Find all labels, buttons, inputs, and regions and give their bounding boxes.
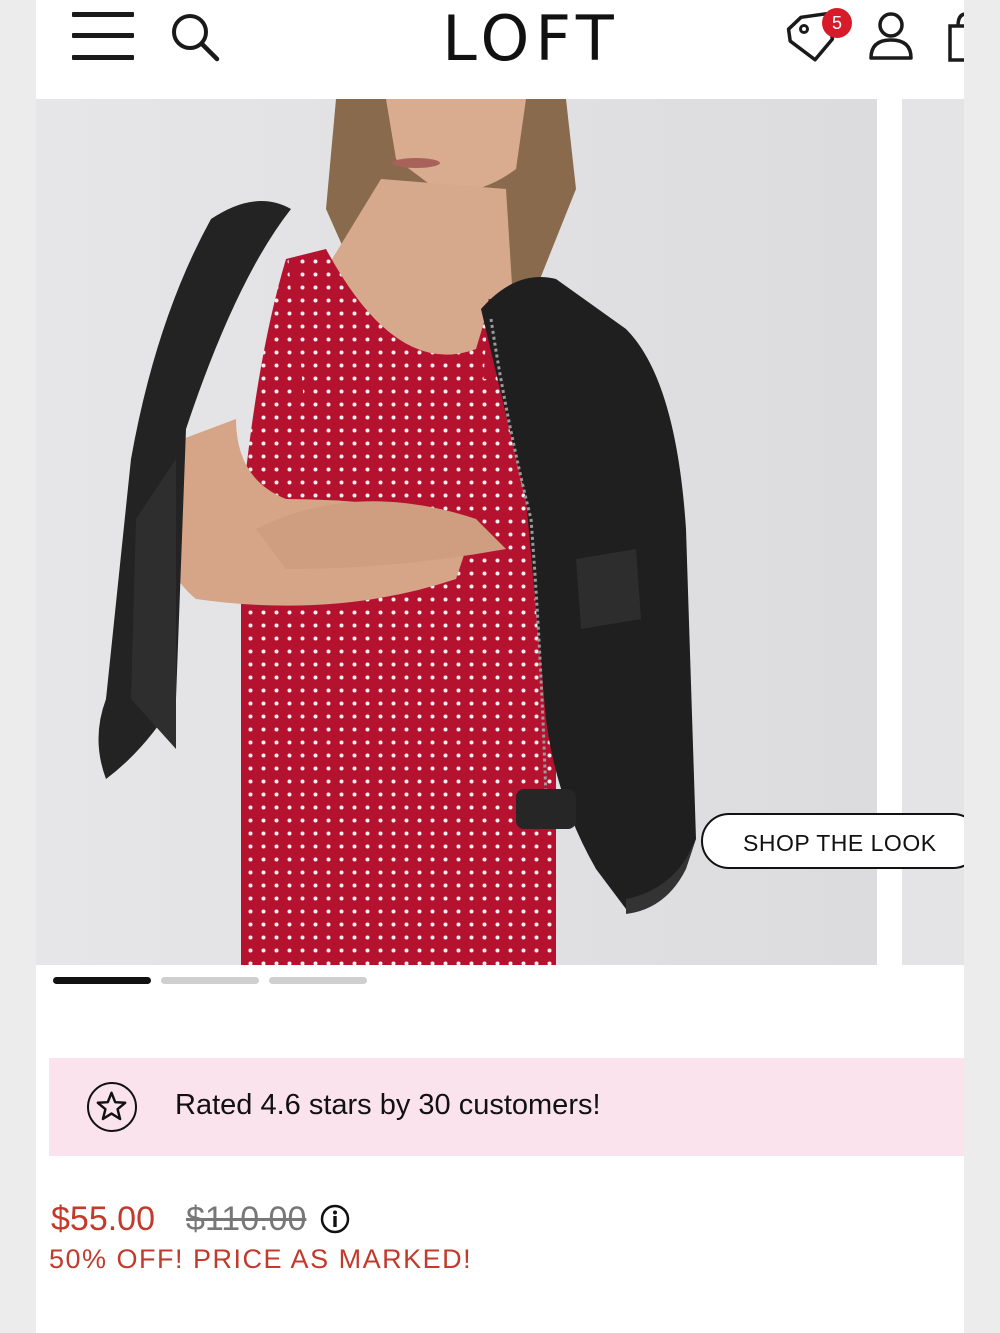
rating-banner[interactable]: Rated 4.6 stars by 30 customers!	[49, 1058, 964, 1156]
offers-count-badge: 5	[822, 8, 852, 38]
shop-the-look-button[interactable]: SHOP THE LOOK	[701, 813, 964, 869]
account-icon[interactable]	[868, 10, 914, 62]
rating-text: Rated 4.6 stars by 30 customers!	[175, 1089, 601, 1121]
right-gutter	[964, 0, 1000, 1333]
loft-logo[interactable]: LOFT	[416, 2, 646, 75]
shopping-bag-icon[interactable]	[942, 10, 964, 64]
site-header: LOFT 5	[36, 0, 964, 99]
original-price: $110.00	[186, 1200, 307, 1238]
carousel-dot-2[interactable]	[161, 977, 259, 984]
carousel-dot-3[interactable]	[269, 977, 367, 984]
menu-icon[interactable]	[72, 10, 136, 62]
sale-price: $55.00	[51, 1200, 155, 1238]
promo-text: 50% OFF! PRICE AS MARKED!	[49, 1244, 473, 1274]
star-icon	[87, 1082, 137, 1132]
carousel-dot-1[interactable]	[53, 977, 151, 984]
left-gutter	[0, 0, 36, 1333]
search-icon[interactable]	[168, 10, 222, 64]
info-icon[interactable]	[320, 1204, 350, 1234]
product-page: LOFT 5 SHOP THE LOOK Rated 4.6 stars by …	[36, 0, 964, 1333]
